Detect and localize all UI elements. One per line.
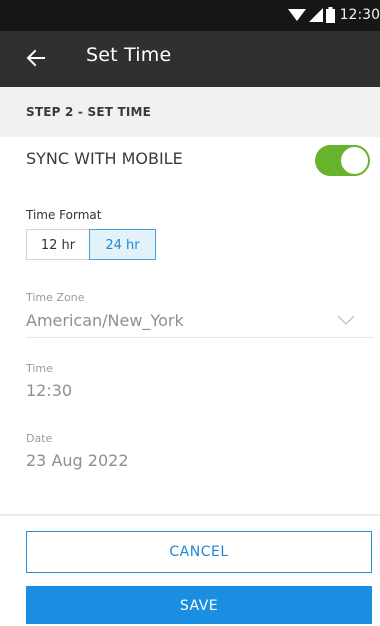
save-button[interactable]: SAVE: [26, 586, 372, 624]
status-icons: 12:30: [287, 6, 380, 24]
app-bar: Set Time: [0, 31, 380, 87]
sync-with-mobile-toggle[interactable]: [315, 145, 370, 176]
chevron-down-icon[interactable]: [337, 315, 355, 325]
time-format-24hr-option[interactable]: 24 hr: [89, 229, 156, 260]
signal-icon: [308, 8, 323, 22]
time-format-12hr-option[interactable]: 12 hr: [26, 229, 89, 260]
step-header: STEP 2 - SET TIME: [0, 87, 380, 137]
toggle-knob: [341, 147, 368, 174]
page-title: Set Time: [86, 44, 172, 66]
time-zone-underline: [26, 337, 374, 338]
time-format-selector: 12 hr 24 hr: [26, 229, 156, 260]
step-label: STEP 2 - SET TIME: [26, 105, 152, 119]
battery-icon: [325, 7, 335, 23]
status-time: 12:30: [339, 7, 380, 23]
date-label: Date: [26, 432, 53, 445]
status-bar: 12:30: [0, 0, 380, 31]
back-arrow-icon[interactable]: [26, 48, 46, 68]
time-zone-value[interactable]: American/New_York: [26, 311, 184, 330]
sync-with-mobile-label: SYNC WITH MOBILE: [26, 149, 183, 168]
wifi-icon: [287, 9, 306, 21]
time-value[interactable]: 12:30: [26, 381, 72, 400]
cancel-button[interactable]: CANCEL: [26, 531, 372, 573]
date-value[interactable]: 23 Aug 2022: [26, 451, 129, 470]
time-label: Time: [26, 362, 53, 375]
time-zone-label: Time Zone: [26, 291, 85, 304]
actions-divider: [0, 514, 380, 516]
time-format-label: Time Format: [26, 208, 102, 222]
